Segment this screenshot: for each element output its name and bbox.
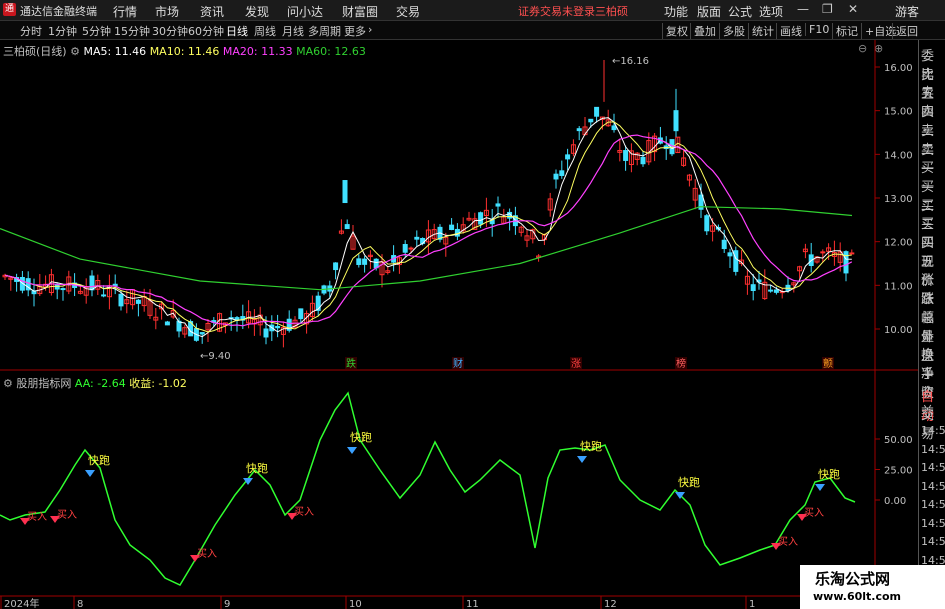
x-tick-label: 1 [749,599,755,609]
x-tick-label: 2024年 [4,597,39,609]
candle-body [623,150,629,161]
candle-body [164,321,170,326]
buy-signal-label: 买入 [294,506,314,518]
watermark-title: 乐淘公式网 [815,570,891,588]
candle-body [594,106,600,117]
candle-body [101,294,107,297]
buy-signal-label: 买入 [778,536,798,548]
run-signal-label: 快跑 [818,467,840,481]
quote-sidebar: 委比 卖五 卖四 卖三 卖二 卖一 买一 买二 买三 买四 买五 现价 涨跌 涨幅 总量 外盘 换手 净资 收益 自动… [918,40,945,609]
x-tick-label: 11 [466,599,479,609]
buy-signal-label: 买入 [57,509,77,521]
x-tick-label: 10 [349,599,362,609]
tick-time: 14:56 [921,535,945,548]
candle-body [362,258,368,265]
signal-label: 颤 [823,357,833,370]
candle-body [315,295,321,311]
candle-body [135,299,141,304]
candle-body [298,308,304,320]
candle-body [576,128,582,132]
x-tick-label: 12 [604,599,617,609]
candle-body [773,289,779,293]
candle-body [89,275,95,291]
indicator-tick-label: 25.00 [884,466,913,477]
candle-body [820,251,826,254]
run-signal-label: 快跑 [350,430,372,444]
run-diamond-icon [815,484,825,491]
candle-body [733,250,739,272]
candle-body [402,244,408,253]
tick-time: 14:56 [921,424,945,437]
candle-body [843,251,849,274]
run-signal-label: 快跑 [580,439,602,453]
candle-body [565,154,571,160]
candle-body [704,215,710,232]
kline-chart[interactable]: ←16.16←9.40 跌财涨榜颤 快跑快跑快跑快跑快跑快跑买入 买入买入买入买入… [0,0,918,609]
tick-time: 14:56 [921,479,945,493]
candle-body [275,325,281,329]
price-tick-label: 14.00 [884,150,913,161]
candle-body [721,239,727,250]
candle-body [118,293,124,307]
price-tick-label: 16.00 [884,63,913,74]
tick-time: 14:56 [921,442,945,456]
price-tick-label: 10.00 [884,325,913,336]
signal-label: 财 [453,357,463,370]
signal-label: 涨 [571,358,581,370]
candle-body [727,252,733,257]
high-price-label: ←16.16 [612,56,649,67]
candle-body [199,332,205,335]
indicator-tick-label: 0.00 [884,496,906,507]
run-diamond-icon [577,456,587,463]
candle-body [344,224,350,230]
run-diamond-icon [85,470,95,477]
tick-time: 14:56 [921,516,945,530]
candle-body [449,224,455,231]
candle-body [849,252,855,255]
candle-body [768,289,774,292]
candle-body [414,236,420,240]
x-tick-label: 9 [224,599,230,609]
x-tick-label: 8 [77,599,83,609]
candle-body [342,180,348,204]
candle-body [588,118,594,123]
price-tick-label: 12.00 [884,238,913,249]
price-tick-label: 13.00 [884,194,913,205]
candle-body [553,173,559,180]
candle-body [640,156,646,165]
price-tick-label: 11.00 [884,281,913,292]
candle-body [478,212,484,225]
candle-body [263,328,269,338]
indicator-tick-label: 50.00 [884,435,913,446]
buy-signal-label: 买入 [27,511,47,523]
signal-label: 跌 [346,357,356,370]
buy-signal-label: 买入 [804,507,824,519]
low-price-label: ←9.40 [200,351,231,362]
candle-body [333,262,339,271]
watermark-url: www.60lt.com [813,590,902,603]
candle-body [495,203,501,207]
buy-signal-label: 买入 [197,548,217,560]
candle-body [356,258,362,265]
candle-body [611,125,617,131]
run-signal-label: 快跑 [678,475,700,489]
run-diamond-icon [347,447,357,454]
tick-time: 14:56 [921,498,945,511]
signal-label: 榜 [676,357,686,370]
candle-body [559,170,565,176]
candle-body [673,110,679,132]
candle-body [750,284,756,291]
candle-body [408,247,414,250]
tick-time: 14:56 [921,461,945,474]
price-tick-label: 15.00 [884,107,913,118]
indicator-line [0,391,856,586]
run-signal-label: 快跑 [88,453,110,467]
run-signal-label: 快跑 [246,461,268,475]
candle-body [60,288,66,291]
